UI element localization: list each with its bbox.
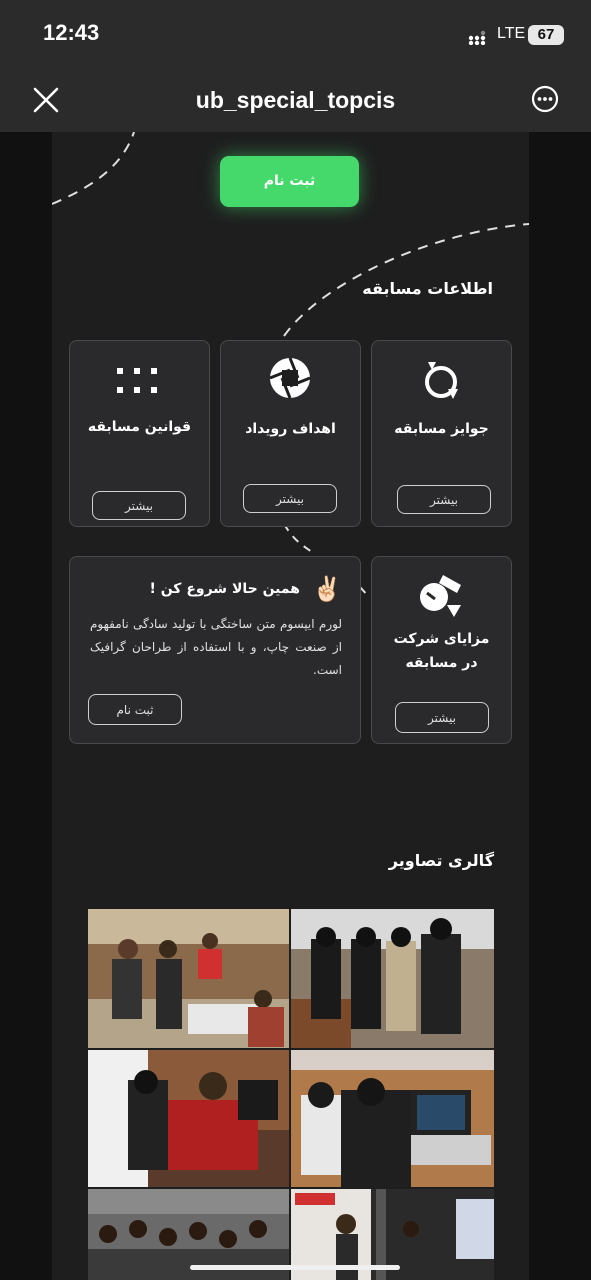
benefits-icon xyxy=(420,575,461,617)
competition-info-heading: اطلاعات مسابقه xyxy=(362,279,493,298)
start-now-text: لورم ایپسوم متن ساختگی با تولید سادگی نا… xyxy=(90,617,342,677)
card-event-goals-title: اهداف رویداد xyxy=(245,421,336,437)
gallery-photo[interactable] xyxy=(88,909,289,1048)
signal-icon xyxy=(468,30,486,45)
register-button-top[interactable]: ثبت نام xyxy=(220,156,359,207)
gallery-heading: گالری تصاویر xyxy=(388,851,494,870)
card-rules-title: قوانین مسابقه xyxy=(87,419,192,435)
network-type: LTE xyxy=(497,25,526,42)
card-benefits-title-line2: در مسابقه xyxy=(405,655,478,671)
card-benefits-title-line1: مزایای شرکت xyxy=(393,631,490,647)
card-prizes-more-button[interactable]: بیشتر xyxy=(397,485,491,514)
gallery-photo[interactable] xyxy=(291,1050,494,1187)
status-bar: 12:43 LTE 67 xyxy=(0,0,591,70)
more-options-icon[interactable] xyxy=(531,85,559,113)
home-indicator xyxy=(190,1265,400,1270)
dots-grid-icon xyxy=(117,368,157,393)
photo-gallery xyxy=(88,909,494,1280)
card-benefits-more-button[interactable]: بیشتر xyxy=(395,702,489,733)
victory-hand-icon: ✌🏻 xyxy=(312,575,342,603)
card-event-goals-more-button[interactable]: بیشتر xyxy=(243,484,337,513)
card-rules: قوانین مسابقه بیشتر xyxy=(69,340,210,527)
gallery-photo[interactable] xyxy=(88,1050,289,1187)
app-header: ub_special_topcis xyxy=(0,70,591,132)
card-prizes: جوایز مسابقه بیشتر xyxy=(371,340,512,527)
start-now-title: همین حالا شروع کن ! xyxy=(149,581,300,597)
card-prizes-title: جوایز مسابقه xyxy=(394,421,489,437)
card-benefits: مزایای شرکت در مسابقه بیشتر xyxy=(371,556,512,744)
start-now-register-button[interactable]: ثبت نام xyxy=(88,694,182,725)
card-rules-more-button[interactable]: بیشتر xyxy=(92,491,186,520)
aperture-icon xyxy=(269,357,311,399)
prize-icon xyxy=(425,362,458,399)
page-title: ub_special_topcis xyxy=(195,87,396,113)
card-event-goals: اهداف رویداد بیشتر xyxy=(220,340,361,527)
battery-indicator: 67 xyxy=(528,25,564,45)
card-start-now: ✌🏻 همین حالا شروع کن ! لورم ایپسوم متن س… xyxy=(69,556,361,744)
status-time: 12:43 xyxy=(43,20,100,45)
gallery-photo[interactable] xyxy=(291,909,494,1048)
